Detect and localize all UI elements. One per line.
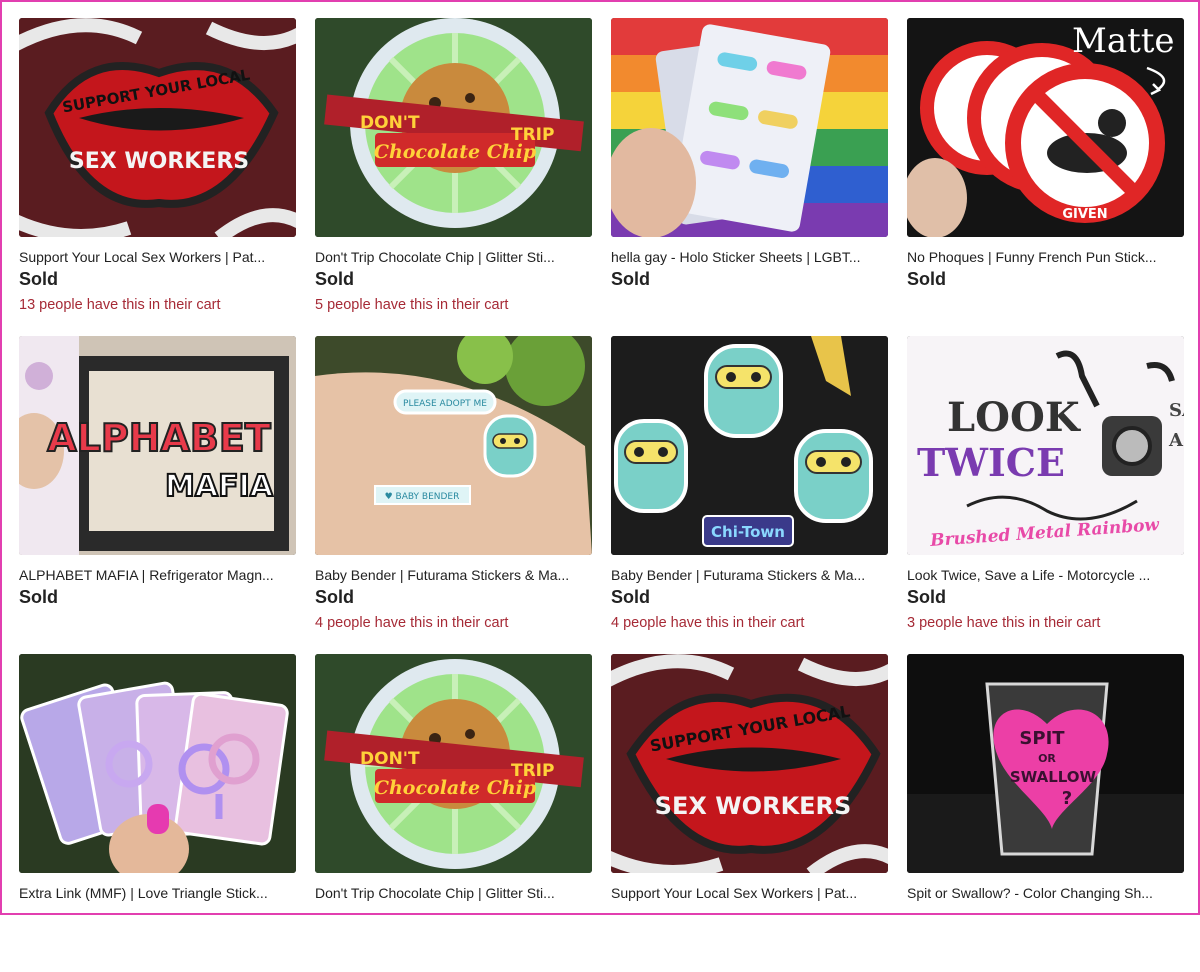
listing-image[interactable]: Chi-Town xyxy=(611,336,888,555)
listing-title[interactable]: Baby Bender | Futurama Stickers & Ma... xyxy=(611,566,883,584)
listing-status: Sold xyxy=(611,587,650,607)
image-text: Chi-Town xyxy=(711,523,785,541)
listing-title[interactable]: Baby Bender | Futurama Stickers & Ma... xyxy=(315,566,587,584)
listing-card[interactable]: Extra Link (MMF) | Love Triangle Stick..… xyxy=(19,654,296,972)
image-text: Chocolate Chip xyxy=(374,777,537,799)
image-text: TWICE xyxy=(917,440,1065,485)
listing-card[interactable]: DON'T TRIP Chocolate Chip Don't Trip Cho… xyxy=(315,654,592,972)
image-text: SWALLOW xyxy=(1010,768,1097,786)
listing-title[interactable]: Look Twice, Save a Life - Motorcycle ... xyxy=(907,566,1179,584)
image-text: SPIT xyxy=(1019,728,1065,749)
cart-count: 4 people have this in their cart xyxy=(315,615,509,631)
listing-status: Sold xyxy=(611,269,650,289)
listing-card[interactable]: DON'T TRIP Chocolate Chip Don't Trip Cho… xyxy=(315,18,592,336)
listing-status: Sold xyxy=(907,587,946,607)
listing-status: Sold xyxy=(19,269,58,289)
listing-image[interactable]: DON'T TRIP Chocolate Chip xyxy=(315,18,592,237)
listing-card[interactable]: ALPHABET MAFIA ALPHABET MAFIA | Refriger… xyxy=(19,336,296,654)
listing-title[interactable]: ALPHABET MAFIA | Refrigerator Magn... xyxy=(19,566,291,584)
listing-card[interactable]: LOOK TWICE SA A Brushed Metal Rainbow Lo… xyxy=(907,336,1184,654)
listing-grid: SUPPORT YOUR LOCAL SEX WORKERS Support Y… xyxy=(19,18,1184,972)
listing-status: Sold xyxy=(315,587,354,607)
image-text: NO xyxy=(1056,86,1081,104)
image-text: ? xyxy=(1062,788,1072,809)
listing-title[interactable]: No Phoques | Funny French Pun Stick... xyxy=(907,248,1179,266)
cart-count: 5 people have this in their cart xyxy=(315,297,509,313)
listing-title[interactable]: Support Your Local Sex Workers | Pat... xyxy=(19,248,291,266)
image-text: Chocolate Chip xyxy=(374,141,537,163)
image-text: PLEASE ADOPT ME xyxy=(403,399,487,409)
listing-card[interactable]: SPIT OR SWALLOW ? Spit or Swallow? - Col… xyxy=(907,654,1184,972)
image-text: ALPHABET xyxy=(47,416,271,460)
listing-title[interactable]: Don't Trip Chocolate Chip | Glitter Sti.… xyxy=(315,248,587,266)
listing-image[interactable]: LOOK TWICE SA A Brushed Metal Rainbow xyxy=(907,336,1184,555)
listing-card[interactable]: hella gay - Holo Sticker Sheets | LGBT..… xyxy=(611,18,888,336)
listing-status: Sold xyxy=(907,269,946,289)
image-text: GIVEN xyxy=(1062,207,1107,222)
listing-image[interactable]: SUPPORT YOUR LOCAL SEX WORKERS xyxy=(611,654,888,873)
image-text: SA xyxy=(1169,400,1184,421)
image-text: OR xyxy=(1038,752,1056,765)
listing-image[interactable] xyxy=(19,654,296,873)
listing-card[interactable]: Chi-Town Baby Bender | Futurama Stickers… xyxy=(611,336,888,654)
cart-count: 4 people have this in their cart xyxy=(611,615,805,631)
listing-image[interactable]: SPIT OR SWALLOW ? xyxy=(907,654,1184,873)
cart-count: 13 people have this in their cart xyxy=(19,297,221,313)
image-text: MAFIA xyxy=(165,469,274,504)
cart-count: 3 people have this in their cart xyxy=(907,615,1101,631)
image-text: NO xyxy=(1009,66,1034,84)
listing-image[interactable]: NO NO GIVEN Matte xyxy=(907,18,1184,237)
image-text: DON'T xyxy=(360,749,420,769)
listing-image[interactable]: ALPHABET MAFIA xyxy=(19,336,296,555)
image-text: SEX WORKERS xyxy=(69,149,249,174)
image-text: ♥ BABY BENDER xyxy=(385,492,460,502)
listing-image[interactable]: PLEASE ADOPT ME ♥ BABY BENDER xyxy=(315,336,592,555)
listing-title[interactable]: Support Your Local Sex Workers | Pat... xyxy=(611,884,883,902)
image-text: SEX WORKERS xyxy=(655,792,852,820)
image-text: LOOK xyxy=(947,394,1081,441)
listing-card[interactable]: PLEASE ADOPT ME ♥ BABY BENDER Baby Bende… xyxy=(315,336,592,654)
listing-title[interactable]: Don't Trip Chocolate Chip | Glitter Sti.… xyxy=(315,884,587,902)
listing-card[interactable]: SUPPORT YOUR LOCAL SEX WORKERS Support Y… xyxy=(611,654,888,972)
listing-card[interactable]: NO NO GIVEN Matte No Phoques | Funny Fre… xyxy=(907,18,1184,336)
listing-card[interactable]: SUPPORT YOUR LOCAL SEX WORKERS Support Y… xyxy=(19,18,296,336)
listing-image[interactable]: DON'T TRIP Chocolate Chip xyxy=(315,654,592,873)
image-text: DON'T xyxy=(360,113,420,133)
image-text: A xyxy=(1168,430,1184,451)
listing-status: Sold xyxy=(315,269,354,289)
listing-title[interactable]: hella gay - Holo Sticker Sheets | LGBT..… xyxy=(611,248,883,266)
listing-title[interactable]: Spit or Swallow? - Color Changing Sh... xyxy=(907,884,1179,902)
listing-status: Sold xyxy=(19,587,58,607)
image-text: Matte xyxy=(1072,21,1175,61)
listing-image[interactable]: SUPPORT YOUR LOCAL SEX WORKERS xyxy=(19,18,296,237)
listing-image[interactable] xyxy=(611,18,888,237)
listing-title[interactable]: Extra Link (MMF) | Love Triangle Stick..… xyxy=(19,884,291,902)
